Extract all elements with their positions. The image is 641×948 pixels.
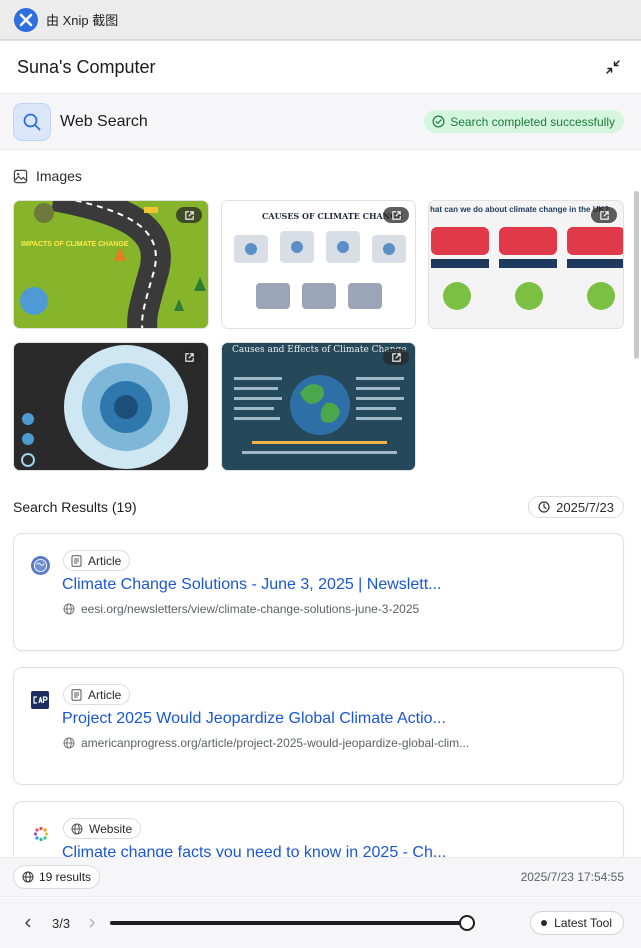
badge-text: Article [88, 553, 122, 568]
date-badge: 2025/7/23 [528, 496, 624, 518]
result-type-badge: Website [63, 818, 142, 839]
check-circle-icon [432, 115, 445, 128]
status-text: Search completed successfully [450, 114, 615, 129]
open-external-icon[interactable] [176, 349, 202, 365]
image-thumbnail[interactable]: CAUSES OF CLIMATE CHANGE [221, 200, 416, 329]
scrollbar[interactable] [634, 191, 639, 359]
globe-favicon-icon [31, 556, 50, 575]
step-slider[interactable] [110, 915, 476, 931]
badge-text: Article [88, 687, 122, 702]
globe-icon [63, 603, 75, 615]
image-thumbnail[interactable]: hat can we do about climate change in th… [428, 200, 624, 329]
image-thumbnail[interactable] [13, 342, 209, 471]
window-title: Suna's Computer [17, 56, 156, 77]
result-count-badge: 19 results [13, 865, 101, 889]
globe-icon [63, 737, 75, 749]
thumbnail-caption: CAUSES OF CLIMATE CHANGE [262, 211, 403, 221]
window-header: Suna's Computer [0, 41, 641, 93]
globe-icon [22, 871, 34, 883]
tool-name: Web Search [60, 112, 148, 130]
thumbnail-caption: hat can we do about climate change in th… [430, 205, 610, 214]
search-result-card[interactable]: Article Project 2025 Would Jeopardize Gl… [13, 667, 624, 785]
result-url-text: americanprogress.org/article/project-202… [81, 736, 470, 750]
result-title-link[interactable]: Climate change facts you need to know in… [62, 844, 446, 857]
result-type-badge: Article [63, 550, 131, 571]
search-result-card[interactable]: Article Climate Change Solutions - June … [13, 533, 624, 651]
xnip-bar: 由 Xnip 截图 [0, 0, 641, 40]
open-external-icon[interactable] [176, 207, 202, 223]
result-count-text: 19 results [39, 870, 92, 884]
latest-tool-button[interactable]: Latest Tool [530, 911, 624, 935]
image-icon [13, 169, 28, 183]
xnip-logo-icon [14, 7, 38, 32]
image-thumbnail[interactable]: IMPACTS OF CLIMATE CHANGE [13, 200, 209, 329]
chevron-right-icon [89, 918, 95, 928]
images-section-label: Images [13, 168, 82, 184]
tool-content[interactable]: Images IMPACTS OF CLIMATE CHANGE CAUSES … [0, 151, 641, 857]
computer-panel: Suna's Computer Web Search Search comple… [0, 40, 641, 948]
open-external-icon[interactable] [383, 207, 409, 223]
search-icon [13, 102, 51, 141]
dot-icon [541, 920, 548, 926]
results-footer: 19 results 2025/7/23 17:54:55 [0, 857, 641, 897]
results-header: Search Results (19) 2025/7/23 [13, 496, 624, 518]
cap-favicon-icon [31, 691, 49, 709]
minimize-icon [606, 60, 620, 74]
tool-header: Web Search Search completed successfully [0, 93, 641, 150]
globe-icon [71, 823, 83, 834]
timestamp: 2025/7/23 17:54:55 [520, 870, 624, 884]
previous-button[interactable] [18, 913, 38, 933]
images-label-text: Images [36, 168, 82, 184]
document-icon [71, 554, 82, 567]
status-badge: Search completed successfully [424, 110, 624, 133]
document-icon [71, 688, 82, 701]
date-text: 2025/7/23 [556, 499, 614, 515]
clock-icon [538, 501, 550, 513]
tool-navigation: 3/3 Latest Tool [0, 898, 641, 948]
xnip-title: 由 Xnip 截图 [46, 13, 119, 28]
step-indicator: 3/3 [52, 915, 71, 931]
slider-fill [110, 921, 468, 925]
result-url-text: eesi.org/newsletters/view/climate-change… [81, 602, 420, 616]
search-result-card[interactable]: Website Climate change facts you need to… [13, 801, 624, 857]
badge-text: Website [89, 821, 133, 836]
minimize-button[interactable] [603, 57, 623, 77]
dots-favicon-icon [31, 824, 50, 843]
thumbnail-caption: IMPACTS OF CLIMATE CHANGE [21, 241, 129, 248]
slider-handle[interactable] [459, 915, 476, 931]
result-title-link[interactable]: Climate Change Solutions - June 3, 2025 … [62, 576, 441, 594]
next-button[interactable] [82, 913, 102, 933]
result-url: eesi.org/newsletters/view/climate-change… [63, 602, 419, 616]
latest-tool-label: Latest Tool [554, 916, 612, 930]
result-type-badge: Article [63, 684, 131, 705]
image-thumbnail[interactable]: Causes and Effects of Climate Change [221, 342, 416, 471]
result-url: americanprogress.org/article/project-202… [63, 736, 469, 750]
open-external-icon[interactable] [591, 207, 617, 223]
thumbnail-caption: Causes and Effects of Climate Change [232, 345, 407, 355]
open-external-icon[interactable] [383, 349, 409, 365]
results-title: Search Results (19) [13, 499, 137, 515]
chevron-left-icon [25, 918, 31, 928]
result-title-link[interactable]: Project 2025 Would Jeopardize Global Cli… [62, 710, 446, 728]
